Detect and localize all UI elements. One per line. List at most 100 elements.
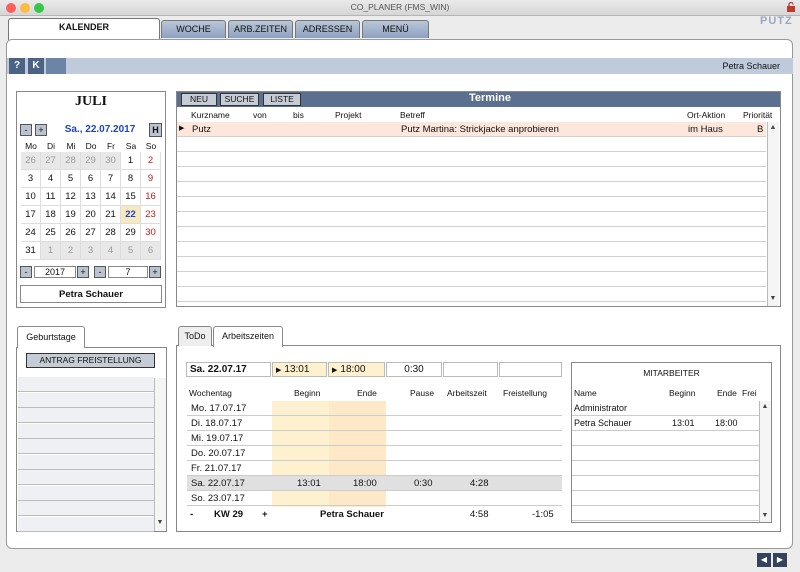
- list-item[interactable]: [18, 377, 154, 392]
- calendar-day[interactable]: 31: [21, 242, 41, 260]
- nav-forward-icon[interactable]: ▶: [773, 553, 787, 567]
- table-row[interactable]: [177, 167, 766, 182]
- table-row[interactable]: [177, 212, 766, 227]
- calendar-day[interactable]: 21: [101, 206, 121, 224]
- table-row[interactable]: Di. 18.07.17: [187, 416, 562, 431]
- calendar-day[interactable]: 29: [81, 152, 101, 170]
- table-row[interactable]: [177, 257, 766, 272]
- list-item[interactable]: [18, 516, 154, 532]
- list-item[interactable]: [18, 454, 154, 470]
- month-field[interactable]: 7: [108, 266, 148, 278]
- k-button[interactable]: K: [28, 58, 44, 74]
- calendar-day[interactable]: 30: [101, 152, 121, 170]
- calendar-day[interactable]: 27: [41, 152, 61, 170]
- list-button[interactable]: LISTE: [263, 93, 301, 106]
- list-item[interactable]: [18, 408, 154, 423]
- calendar-day[interactable]: 28: [101, 224, 121, 242]
- next-week-button[interactable]: +: [262, 507, 268, 523]
- table-row[interactable]: Fr. 21.07.17: [187, 461, 562, 476]
- calendar-day[interactable]: 26: [21, 152, 41, 170]
- calendar-day[interactable]: 29: [121, 224, 141, 242]
- calendar-day[interactable]: 4: [101, 242, 121, 260]
- next-month-num-button[interactable]: +: [149, 266, 161, 278]
- list-item[interactable]: [18, 501, 154, 516]
- list-item[interactable]: [18, 470, 154, 485]
- appointments-scrollbar[interactable]: [767, 122, 779, 306]
- table-row[interactable]: [177, 272, 766, 287]
- table-row[interactable]: Do. 20.07.17: [187, 446, 562, 461]
- calendar-day[interactable]: 27: [81, 224, 101, 242]
- calendar-day[interactable]: 8: [121, 170, 141, 188]
- calendar-day[interactable]: 15: [121, 188, 141, 206]
- calendar-day[interactable]: 7: [101, 170, 121, 188]
- scroll-down-icon[interactable]: ▼: [154, 517, 166, 529]
- employees-scrollbar[interactable]: [759, 401, 771, 522]
- calendar-day[interactable]: 1: [121, 152, 141, 170]
- calendar-day[interactable]: 6: [141, 242, 161, 260]
- search-button[interactable]: SUCHE: [220, 93, 259, 106]
- calendar-day[interactable]: 5: [61, 170, 81, 188]
- list-item[interactable]: [18, 423, 154, 439]
- birthdays-scrollbar[interactable]: [154, 378, 166, 531]
- prev-month-button[interactable]: -: [20, 124, 32, 136]
- calendar-day[interactable]: 25: [41, 224, 61, 242]
- help-button[interactable]: ?: [9, 58, 25, 74]
- prev-month-num-button[interactable]: -: [94, 266, 106, 278]
- calendar-day[interactable]: 16: [141, 188, 161, 206]
- request-leave-button[interactable]: ANTRAG FREISTELLUNG: [26, 353, 155, 368]
- table-row[interactable]: Petra Schauer 13:01 18:00: [572, 416, 759, 431]
- table-row[interactable]: Mo. 17.07.17: [187, 401, 562, 416]
- table-row[interactable]: [572, 461, 759, 476]
- calendar-day[interactable]: 20: [81, 206, 101, 224]
- tab-adressen[interactable]: ADRESSEN: [295, 20, 360, 38]
- calendar-day[interactable]: 19: [61, 206, 81, 224]
- table-row[interactable]: [572, 506, 759, 521]
- table-row[interactable]: [572, 431, 759, 446]
- calendar-day[interactable]: 11: [41, 188, 61, 206]
- calendar-day[interactable]: 6: [81, 170, 101, 188]
- calendar-day[interactable]: 2: [61, 242, 81, 260]
- scroll-up-icon[interactable]: ▲: [759, 401, 771, 413]
- tab-menu[interactable]: MENÜ: [362, 20, 429, 38]
- calendar-day[interactable]: 30: [141, 224, 161, 242]
- calendar-day[interactable]: 4: [41, 170, 61, 188]
- calendar-day[interactable]: 12: [61, 188, 81, 206]
- calendar-day[interactable]: 13: [81, 188, 101, 206]
- table-row[interactable]: [177, 287, 766, 302]
- calendar-day[interactable]: 9: [141, 170, 161, 188]
- table-row[interactable]: [177, 242, 766, 257]
- list-item[interactable]: [18, 439, 154, 454]
- calendar-day[interactable]: 2: [141, 152, 161, 170]
- table-row[interactable]: Mi. 19.07.17: [187, 431, 562, 446]
- tab-kalender[interactable]: KALENDER: [8, 18, 160, 40]
- tab-arbeitszeiten-sub[interactable]: Arbeitszeiten: [213, 326, 283, 347]
- nav-back-icon[interactable]: ◀: [757, 553, 771, 567]
- table-row[interactable]: [177, 152, 766, 167]
- leave-field[interactable]: [499, 362, 562, 377]
- calendar-day[interactable]: 17: [21, 206, 41, 224]
- next-month-button[interactable]: +: [35, 124, 47, 136]
- scroll-up-icon[interactable]: ▲: [767, 122, 779, 134]
- next-year-button[interactable]: +: [77, 266, 89, 278]
- prev-week-button[interactable]: -: [190, 507, 193, 523]
- year-field[interactable]: 2017: [34, 266, 76, 278]
- worktime-field[interactable]: [443, 362, 498, 377]
- list-item[interactable]: [18, 392, 154, 408]
- calendar-day[interactable]: 3: [21, 170, 41, 188]
- calendar-day[interactable]: 28: [61, 152, 81, 170]
- calendar-day[interactable]: 10: [21, 188, 41, 206]
- today-button[interactable]: H: [149, 123, 162, 137]
- calendar-day[interactable]: 26: [61, 224, 81, 242]
- table-row[interactable]: [572, 476, 759, 491]
- tab-todo[interactable]: ToDo: [178, 326, 212, 346]
- end-time-field[interactable]: ▶ 18:00: [328, 362, 385, 377]
- pause-field[interactable]: 0:30: [386, 362, 442, 377]
- lock-icon[interactable]: [787, 2, 795, 12]
- new-button[interactable]: NEU: [181, 93, 217, 106]
- calendar-day[interactable]: 23: [141, 206, 161, 224]
- table-row[interactable]: [177, 227, 766, 242]
- calendar-day[interactable]: 24: [21, 224, 41, 242]
- calendar-day[interactable]: 5: [121, 242, 141, 260]
- scroll-down-icon[interactable]: ▼: [759, 510, 771, 522]
- table-row[interactable]: [572, 491, 759, 506]
